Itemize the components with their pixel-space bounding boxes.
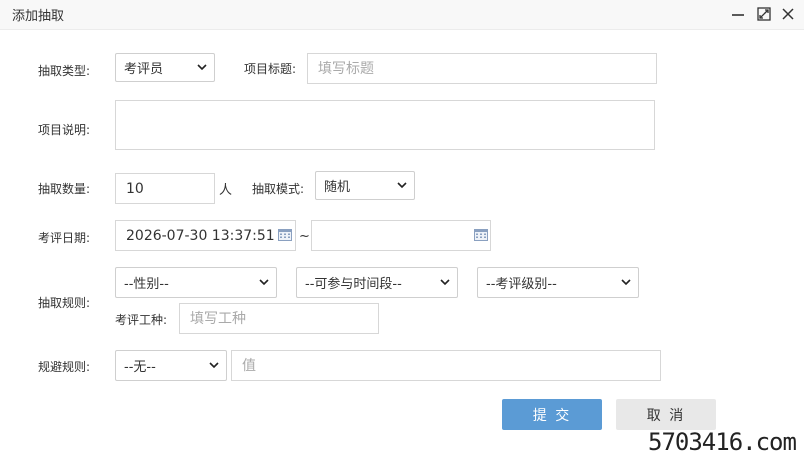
dialog-titlebar: 添加抽取	[0, 0, 804, 30]
worktype-input[interactable]	[179, 303, 379, 334]
chevron-down-icon	[396, 180, 408, 192]
period-select[interactable]: --可参与时间段--	[296, 267, 458, 298]
calendar-icon[interactable]	[278, 229, 292, 241]
type-select[interactable]: 考评员	[115, 53, 215, 82]
title-label: 项目标题:	[244, 62, 297, 76]
avoid-select-value: --无--	[124, 360, 156, 375]
rule-label: 抽取规则:	[38, 296, 91, 310]
submit-button[interactable]: 提 交	[502, 399, 602, 430]
avoid-label: 规避规则:	[38, 360, 91, 374]
chevron-down-icon	[258, 277, 270, 289]
gender-select-value: --性别--	[124, 277, 169, 292]
date-start-input[interactable]	[115, 220, 296, 251]
mode-select-value: 随机	[324, 180, 351, 195]
chevron-down-icon	[208, 360, 220, 372]
count-input[interactable]	[115, 173, 215, 204]
cancel-button[interactable]: 取 消	[616, 399, 716, 430]
type-select-value: 考评员	[124, 62, 164, 77]
close-icon[interactable]	[778, 4, 798, 24]
chevron-down-icon	[196, 62, 208, 74]
mode-label: 抽取模式:	[252, 182, 305, 196]
mode-select[interactable]: 随机	[315, 171, 415, 200]
date-separator: ~	[299, 229, 310, 244]
date-end-input[interactable]	[311, 220, 491, 251]
watermark-text: 5703416.com	[648, 428, 797, 456]
avoid-select[interactable]: --无--	[115, 350, 227, 381]
dialog-title: 添加抽取	[12, 9, 65, 24]
title-input[interactable]	[307, 53, 657, 84]
date-label: 考评日期:	[38, 231, 91, 245]
count-label: 抽取数量:	[38, 182, 91, 196]
minimize-icon[interactable]	[728, 4, 748, 24]
type-label: 抽取类型:	[38, 64, 91, 78]
chevron-down-icon	[620, 277, 632, 289]
desc-textarea[interactable]	[115, 100, 655, 150]
gender-select[interactable]: --性别--	[115, 267, 277, 298]
chevron-down-icon	[439, 277, 451, 289]
maximize-icon[interactable]	[754, 4, 774, 24]
level-select[interactable]: --考评级别--	[477, 267, 639, 298]
period-select-value: --可参与时间段--	[305, 277, 402, 292]
avoid-value-input[interactable]	[231, 350, 661, 381]
level-select-value: --考评级别--	[486, 277, 557, 292]
calendar-icon[interactable]	[474, 229, 488, 241]
count-unit: 人	[219, 183, 233, 198]
worktype-label: 考评工种:	[115, 313, 168, 327]
desc-label: 项目说明:	[38, 123, 91, 137]
